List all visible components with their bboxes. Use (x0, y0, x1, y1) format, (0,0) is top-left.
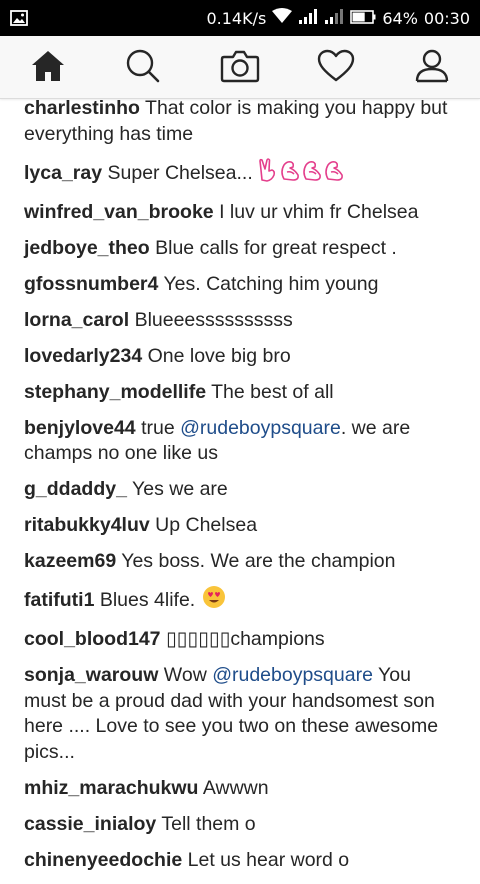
signal-icon (298, 8, 318, 28)
comment-text: Blues 4life. (99, 589, 196, 611)
comment-username[interactable]: cassie_inialoy (24, 813, 156, 835)
comment-text: true (141, 416, 181, 439)
camera-icon (220, 49, 260, 88)
comments-list: charlestinho That color is making you ha… (24, 96, 456, 884)
profile-icon (414, 48, 450, 89)
comment: ritabukky4luv Up Chelsea (24, 513, 456, 539)
comment: sonja_warouw Wow @rudeboypsquare You mus… (24, 663, 456, 765)
comment-text: Yes. Catching him young (163, 272, 379, 295)
comment: benjylove44 true @rudeboypsquare. we are… (24, 416, 456, 467)
comment-username[interactable]: benjylove44 (24, 417, 136, 439)
comment-text: Super Chelsea... (107, 161, 253, 184)
comment-text: I luv ur vhim fr Chelsea (219, 200, 419, 223)
comment-text: Let us hear word o (187, 848, 350, 871)
home-icon (30, 49, 66, 88)
status-bar: 0.14K/s 64% 00:30 (0, 0, 480, 36)
comment-text: One love big bro (147, 344, 291, 367)
comment: lyca_ray Super Chelsea... (24, 157, 456, 190)
comment: lovedarly234 One love big bro (24, 344, 456, 370)
heart-icon (317, 49, 355, 88)
comment-text: Blueeessssssssss (134, 308, 293, 331)
comment-username[interactable]: cool_blood147 (24, 628, 161, 650)
heart-eyes-emoji-icon (201, 585, 227, 617)
comment: stephany_modellife The best of all (24, 380, 456, 406)
mention-link[interactable]: @rudeboypsquare (212, 664, 373, 686)
battery-icon (350, 9, 376, 28)
comment: winfred_van_brooke I luv ur vhim fr Chel… (24, 200, 456, 226)
comment: mhiz_marachukwu Awwwn (24, 776, 456, 802)
comment-username[interactable]: lorna_carol (24, 309, 129, 331)
tab-camera[interactable] (218, 48, 262, 88)
comment: gfossnumber4 Yes. Catching him young (24, 272, 456, 298)
tab-home[interactable] (26, 48, 70, 88)
signal-secondary-icon (324, 8, 344, 28)
search-icon (125, 48, 161, 89)
comment: kazeem69 Yes boss. We are the champion (24, 549, 456, 575)
emoji-victory-flex-icon (258, 157, 346, 190)
comment-text: Yes we are (132, 478, 228, 500)
comment: lorna_carol Blueeessssssssss (24, 308, 456, 334)
comment: g_ddaddy_ Yes we are (24, 477, 456, 503)
comment-username[interactable]: g_ddaddy_ (24, 478, 127, 500)
comment-text: The best of all (211, 380, 334, 403)
network-speed: 0.14K/s (206, 8, 267, 28)
tab-profile[interactable] (410, 48, 454, 88)
comment: jedboye_theo Blue calls for great respec… (24, 236, 456, 262)
tab-activity[interactable] (314, 48, 358, 88)
mention-link[interactable]: @rudeboypsquare (180, 417, 341, 439)
comment-username[interactable]: stephany_modellife (24, 381, 206, 403)
comment: cool_blood147 ▯▯▯▯▯▯champions (24, 627, 456, 653)
comment: chinenyeedochie Let us hear word o (24, 848, 456, 874)
tab-bar (0, 36, 480, 99)
comment-text: Blue calls for great respect . (155, 236, 397, 259)
comment-username[interactable]: lovedarly234 (24, 345, 142, 367)
battery-percent: 64% (382, 8, 418, 28)
gallery-notification-icon (10, 10, 28, 30)
comment-text: Up Chelsea (155, 514, 258, 536)
comment-username[interactable]: sonja_warouw (24, 664, 158, 686)
comment: cassie_inialoy Tell them o (24, 812, 456, 838)
comment: charlestinho That color is making you ha… (24, 96, 456, 147)
comment: fatifuti1 Blues 4life. (24, 585, 456, 617)
comment-username[interactable]: fatifuti1 (24, 589, 94, 611)
comment-username[interactable]: ritabukky4luv (24, 514, 150, 536)
comment-username[interactable]: jedboye_theo (24, 237, 150, 259)
comment-text: Yes boss. We are the champion (121, 550, 396, 572)
tab-search[interactable] (121, 48, 165, 88)
comment-text: Wow (163, 664, 213, 686)
comment-text: Awwwn (202, 776, 269, 799)
comment-username[interactable]: chinenyeedochie (24, 849, 182, 871)
comment-username[interactable]: charlestinho (24, 97, 140, 119)
comment-text: ▯▯▯▯▯▯champions (165, 628, 325, 650)
comment-username[interactable]: mhiz_marachukwu (24, 777, 198, 799)
comment-username[interactable]: kazeem69 (24, 550, 116, 572)
wifi-icon (272, 8, 293, 28)
comment-text: Tell them o (161, 812, 256, 835)
comment-username[interactable]: winfred_van_brooke (24, 201, 214, 223)
comment-username[interactable]: gfossnumber4 (24, 273, 158, 295)
comment-username[interactable]: lyca_ray (24, 162, 102, 184)
clock: 00:30 (423, 8, 470, 28)
